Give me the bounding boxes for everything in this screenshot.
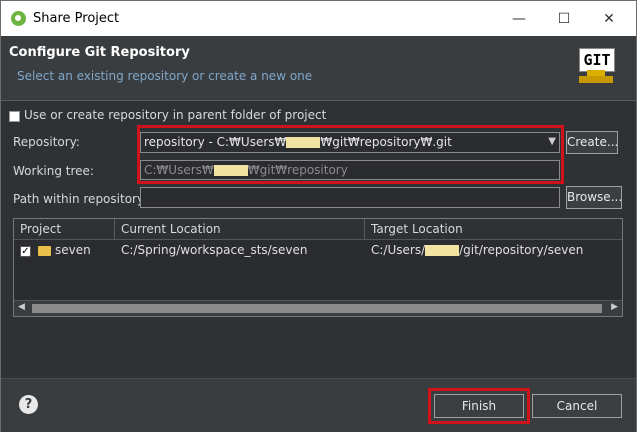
redacted-username [425, 245, 460, 256]
cancel-button[interactable]: Cancel [532, 394, 622, 418]
parent-folder-checkbox[interactable] [9, 111, 20, 122]
folder-icon [38, 246, 51, 256]
column-target-location[interactable]: Target Location [365, 219, 622, 239]
repository-label: Repository: [13, 135, 80, 149]
projects-table: Project Current Location Target Location… [13, 218, 623, 317]
column-project[interactable]: Project [14, 219, 115, 239]
parent-folder-label: Use or create repository in parent folde… [24, 108, 327, 122]
scrollbar-thumb[interactable] [32, 304, 602, 313]
maximize-button[interactable]: ☐ [542, 6, 586, 32]
highlight-repository-box [137, 125, 564, 184]
browse-button[interactable]: Browse... [566, 186, 622, 209]
share-project-dialog: Share Project — ☐ ✕ Configure Git Reposi… [0, 0, 637, 432]
horizontal-scrollbar[interactable]: ◀ ▶ [14, 300, 622, 316]
git-logo-icon: GIT [579, 48, 615, 84]
git-logo-text: GIT [579, 48, 615, 72]
column-current-location[interactable]: Current Location [115, 219, 365, 239]
current-location: C:/Spring/workspace_sts/seven [121, 243, 308, 257]
target-prefix: C:/Users/ [371, 243, 426, 257]
spring-app-icon [11, 11, 26, 26]
target-suffix: /git/repository/seven [459, 243, 584, 257]
table-row[interactable]: ✓ seven C:/Spring/workspace_sts/seven C:… [14, 240, 622, 262]
scroll-right-icon[interactable]: ▶ [611, 302, 618, 312]
project-name: seven [55, 243, 91, 257]
table-header: Project Current Location Target Location [14, 219, 622, 240]
window-title: Share Project [33, 11, 120, 26]
create-button[interactable]: Create... [566, 131, 618, 154]
title-bar: Share Project — ☐ ✕ [1, 1, 636, 36]
page-title: Configure Git Repository [9, 45, 190, 60]
help-icon[interactable]: ? [19, 395, 38, 414]
page-subtitle: Select an existing repository or create … [17, 69, 313, 83]
minimize-button[interactable]: — [497, 6, 541, 32]
scroll-left-icon[interactable]: ◀ [18, 302, 25, 312]
dialog-footer: ? Finish Cancel [1, 378, 636, 432]
working-tree-label: Working tree: [13, 164, 94, 178]
wizard-header: Configure Git Repository Select an exist… [1, 36, 636, 93]
target-location: C:/Users/ /git/repository/seven [371, 243, 583, 257]
finish-button[interactable]: Finish [434, 394, 524, 418]
close-button[interactable]: ✕ [587, 6, 631, 32]
git-logo-base [579, 76, 613, 83]
path-input[interactable] [140, 187, 560, 208]
row-checkbox[interactable]: ✓ [20, 246, 31, 257]
path-label: Path within repository: [13, 192, 148, 206]
